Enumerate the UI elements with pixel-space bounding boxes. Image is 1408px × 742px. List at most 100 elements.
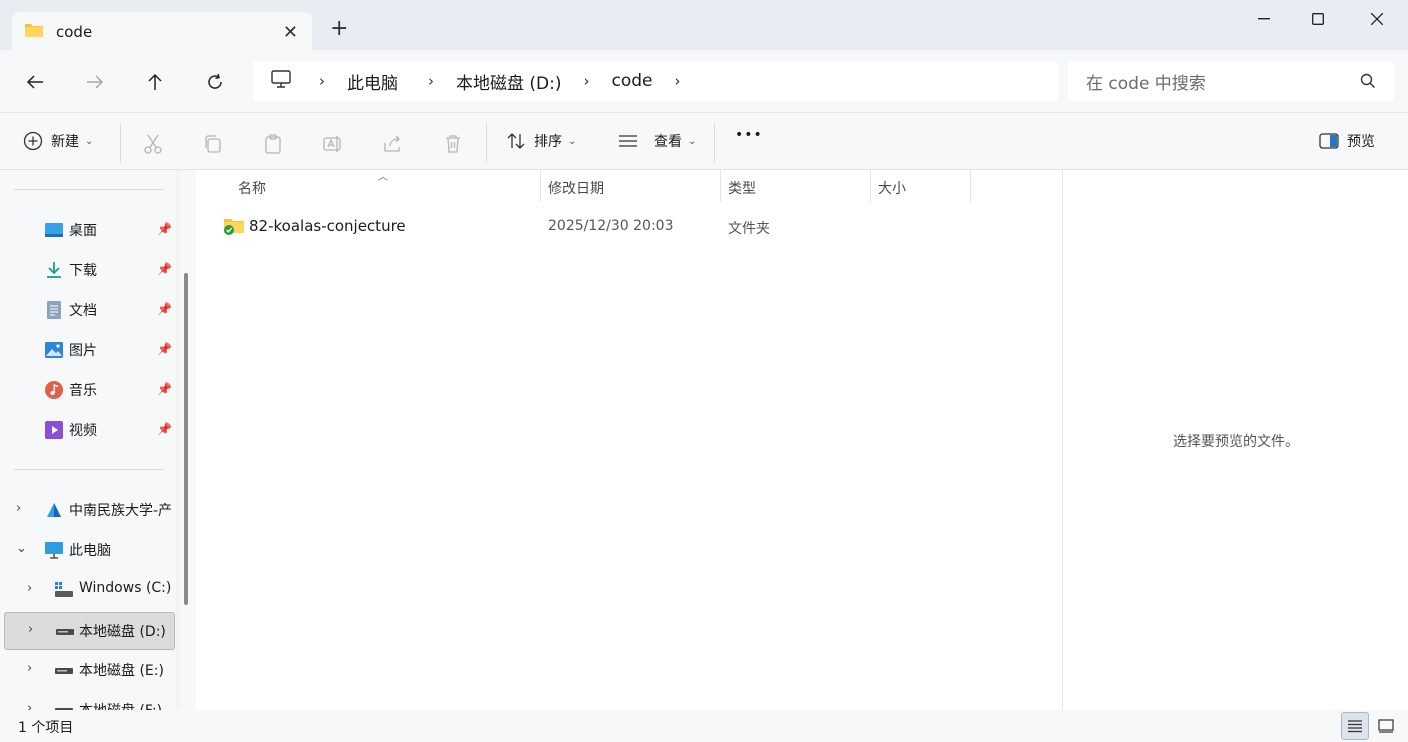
drive-icon (55, 621, 75, 641)
more-options-button[interactable]: ••• (735, 127, 763, 143)
file-name[interactable]: 82-koalas-conjecture (249, 217, 406, 235)
chevron-right-icon[interactable]: › (319, 72, 325, 90)
search-icon (1360, 73, 1376, 93)
sidebar-item-drive-d[interactable]: › 本地磁盘 (D:) (4, 612, 175, 650)
crumb-code[interactable]: code (612, 71, 653, 91)
tab-title: code (56, 23, 93, 41)
copy-icon[interactable] (202, 133, 224, 155)
sidebar-item-drive-f[interactable]: › 本地磁盘 (F:) (0, 692, 176, 710)
pin-icon[interactable]: 📌 (157, 222, 172, 236)
pin-icon[interactable]: 📌 (157, 422, 172, 436)
sort-button[interactable]: 排序 ⌄ (506, 131, 576, 151)
chevron-down-icon: ⌄ (85, 135, 94, 147)
sidebar-item-downloads[interactable]: 下载 📌 (0, 252, 176, 288)
cut-icon[interactable] (142, 133, 164, 155)
file-modified: 2025/12/30 20:03 (548, 218, 674, 234)
chevron-right-icon[interactable]: › (27, 701, 32, 710)
sidebar-item-label: 音乐 (69, 383, 97, 399)
share-icon[interactable] (382, 133, 404, 155)
new-button[interactable]: 新建 ⌄ (23, 131, 93, 151)
column-divider[interactable] (870, 170, 871, 202)
close-tab-icon[interactable]: ✕ (283, 22, 298, 43)
sidebar-item-label: 图片 (69, 343, 97, 359)
column-header-modified[interactable]: 修改日期 (548, 178, 604, 198)
pin-icon[interactable]: 📌 (157, 382, 172, 396)
sidebar-item-videos[interactable]: 视频 📌 (0, 412, 176, 448)
crumb-drive-d[interactable]: 本地磁盘 (D:) (456, 69, 562, 94)
tiles-view-button[interactable] (1372, 712, 1400, 740)
search-input[interactable]: 在 code 中搜索 (1068, 61, 1394, 101)
forward-button[interactable] (77, 68, 113, 96)
music-icon (44, 380, 64, 400)
preview-pane-button[interactable]: 预览 (1319, 131, 1375, 151)
sidebar-item-cloud[interactable]: › 中南民族大学-产 (0, 492, 176, 528)
maximize-button[interactable] (1289, 0, 1347, 38)
pictures-icon (44, 340, 64, 360)
chevron-right-icon[interactable]: › (27, 661, 32, 676)
download-icon (44, 260, 64, 280)
plus-circle-icon (23, 131, 43, 151)
sidebar-scrollbar[interactable] (180, 170, 196, 710)
sidebar-item-this-pc[interactable]: ⌄ 此电脑 (0, 532, 176, 568)
chevron-right-icon[interactable]: › (428, 72, 434, 90)
document-icon (44, 300, 64, 320)
sort-ascending-icon: ︿ (378, 172, 388, 183)
chevron-right-icon[interactable]: › (584, 72, 590, 90)
sidebar-item-music[interactable]: 音乐 📌 (0, 372, 176, 408)
new-label: 新建 (51, 134, 79, 150)
sidebar-scrollbar-thumb[interactable] (184, 273, 188, 605)
divider (14, 469, 164, 470)
sidebar-item-label: 视频 (69, 423, 97, 439)
sidebar-item-label: 本地磁盘 (F:) (79, 700, 162, 710)
new-tab-button[interactable]: + (330, 18, 348, 40)
sidebar-item-label: 桌面 (69, 223, 97, 239)
breadcrumb[interactable]: › 此电脑 › 本地磁盘 (D:) › code › (253, 61, 1058, 101)
tab-code[interactable]: code ✕ (12, 12, 312, 52)
drive-icon (54, 660, 74, 680)
rename-icon[interactable] (322, 133, 344, 155)
crumb-this-pc[interactable]: 此电脑 (347, 69, 398, 94)
pin-icon[interactable]: 📌 (157, 302, 172, 316)
chevron-right-icon[interactable]: › (675, 72, 681, 90)
column-divider[interactable] (720, 170, 721, 202)
details-view-button[interactable] (1341, 712, 1369, 740)
chevron-right-icon[interactable]: › (27, 581, 32, 596)
column-divider[interactable] (970, 170, 971, 202)
view-button[interactable]: 查看 ⌄ (618, 131, 696, 151)
sidebar-item-pictures[interactable]: 图片 📌 (0, 332, 176, 368)
chevron-right-icon[interactable]: › (28, 622, 33, 637)
column-header-type[interactable]: 类型 (728, 178, 756, 198)
divider (120, 123, 121, 163)
sidebar-item-drive-c[interactable]: › Windows (C:) (0, 572, 176, 608)
sidebar-item-label: 本地磁盘 (E:) (79, 663, 164, 679)
up-button[interactable] (137, 68, 173, 96)
sidebar-item-documents[interactable]: 文档 📌 (0, 292, 176, 328)
navigation-pane: 桌面 📌 下载 📌 文档 📌 图片 📌 音乐 📌 视频 📌 › 中南民族大学-产… (0, 170, 176, 710)
sidebar-item-desktop[interactable]: 桌面 📌 (0, 212, 176, 248)
minimize-button[interactable] (1235, 0, 1293, 38)
divider (14, 189, 164, 190)
preview-message: 选择要预览的文件。 (1173, 434, 1299, 450)
folder-icon (24, 22, 44, 42)
paste-icon[interactable] (262, 133, 284, 155)
column-divider[interactable] (540, 170, 541, 202)
sidebar-item-label: 文档 (69, 303, 97, 319)
delete-icon[interactable] (442, 133, 464, 155)
chevron-right-icon[interactable]: › (16, 501, 21, 516)
cloud-drive-icon (44, 500, 64, 520)
table-row[interactable]: 82-koalas-conjecture 2025/12/30 20:03 文件… (216, 208, 976, 244)
chevron-down-icon[interactable]: ⌄ (16, 541, 27, 556)
pin-icon[interactable]: 📌 (157, 262, 172, 276)
status-bar: 1 个项目 (0, 710, 1408, 742)
preview-label: 预览 (1347, 134, 1375, 150)
back-button[interactable] (17, 68, 53, 96)
column-header-name[interactable]: 名称 (238, 178, 266, 198)
view-label: 查看 (654, 134, 682, 150)
divider (714, 123, 715, 163)
close-window-button[interactable] (1348, 0, 1406, 38)
sidebar-item-drive-e[interactable]: › 本地磁盘 (E:) (0, 652, 176, 688)
column-header-size[interactable]: 大小 (878, 178, 906, 198)
pin-icon[interactable]: 📌 (157, 342, 172, 356)
refresh-button[interactable] (197, 68, 233, 96)
chevron-down-icon: ⌄ (568, 135, 577, 147)
